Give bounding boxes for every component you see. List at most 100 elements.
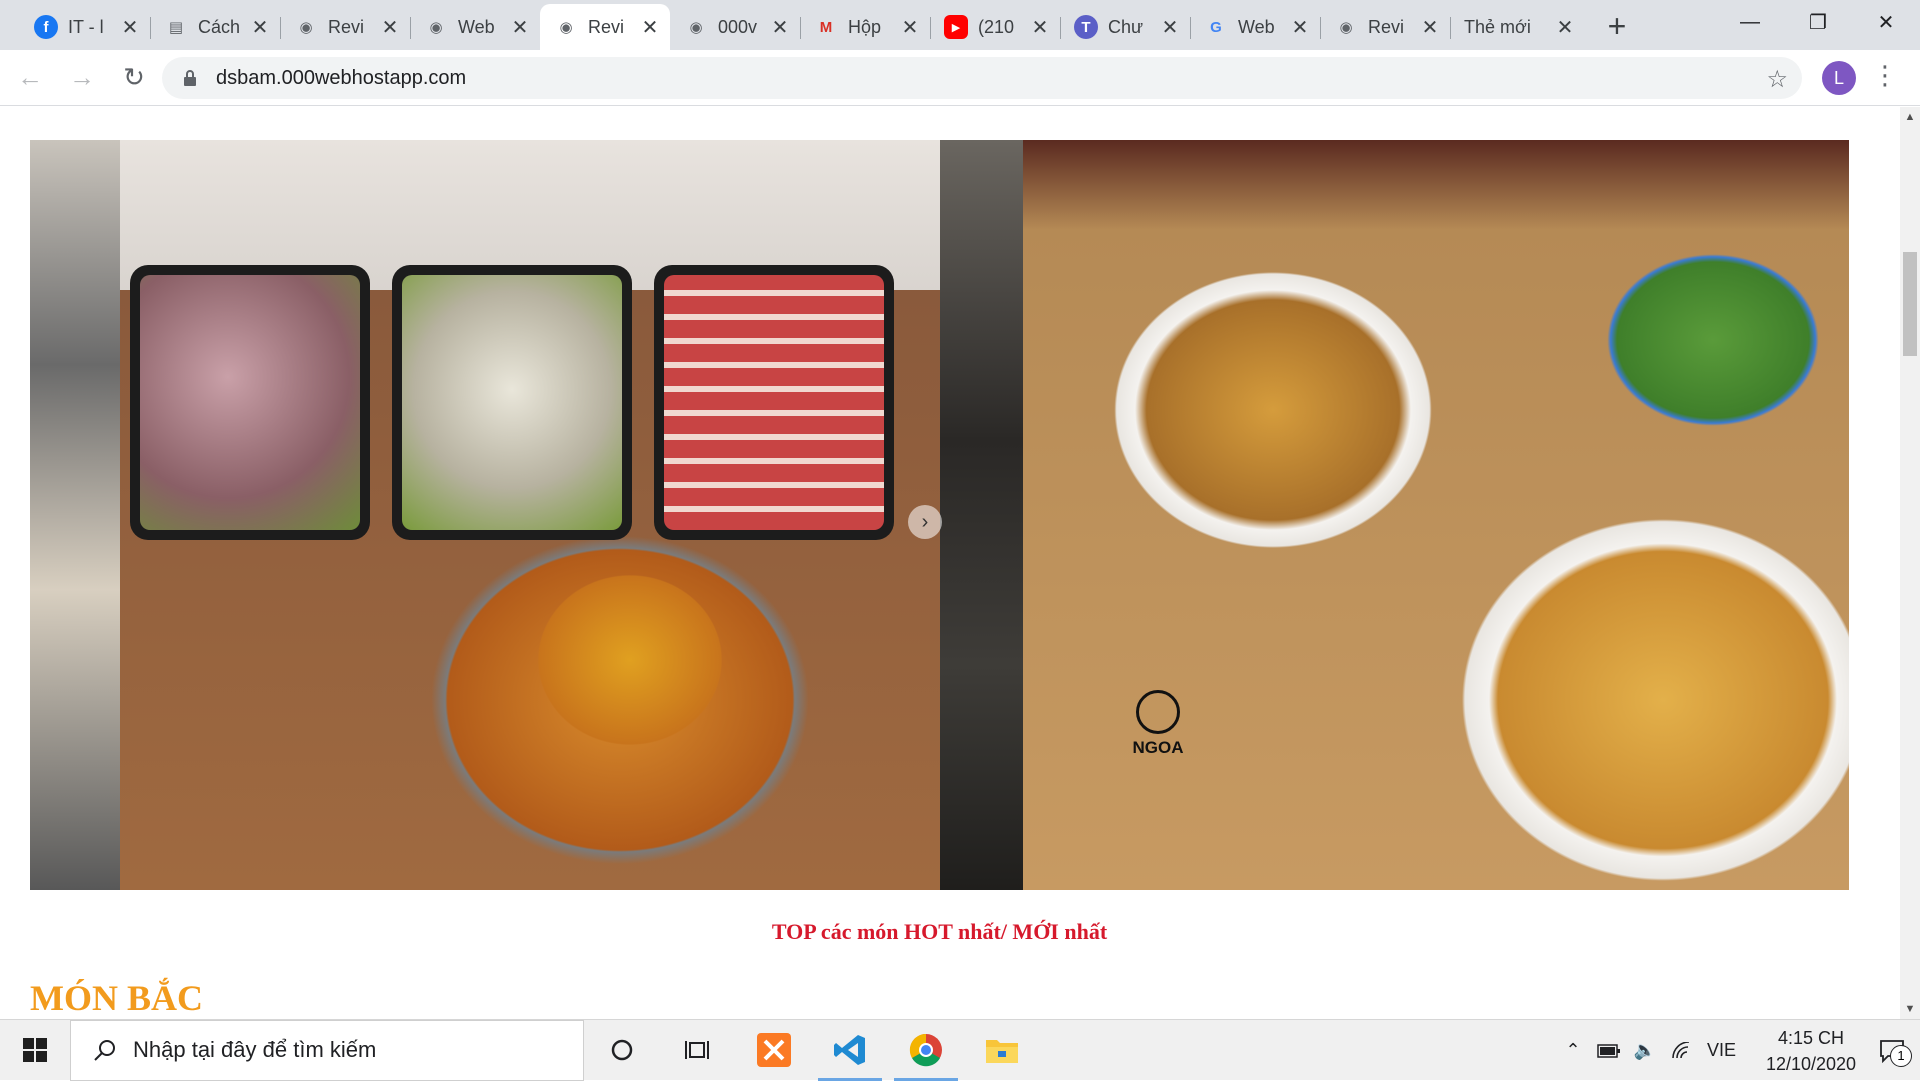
browser-tab[interactable]: T Chư ✕: [1060, 4, 1190, 50]
system-tray: ⌃ 🔈 VIE 4:15 CH 12/10/2020 1: [1555, 1020, 1920, 1081]
profile-avatar[interactable]: L: [1822, 61, 1856, 95]
windows-logo-icon: [23, 1038, 47, 1062]
tab-title: Cách: [198, 16, 241, 37]
section-title-mon-bac: MÓN BẮC: [30, 978, 203, 1018]
tab-close-icon[interactable]: ✕: [1555, 15, 1575, 40]
tab-close-icon[interactable]: ✕: [1290, 15, 1310, 40]
url-text[interactable]: dsbam.000webhostapp.com: [216, 67, 466, 90]
new-tab-button[interactable]: +: [1597, 6, 1637, 46]
document-icon: ▤: [168, 19, 184, 36]
slide-previous-partial: [30, 140, 120, 890]
google-icon: G: [1210, 18, 1222, 36]
taskbar-clock[interactable]: 4:15 CH 12/10/2020: [1758, 1025, 1864, 1077]
slide-pho-image: NGOA: [1023, 140, 1849, 890]
tab-title: (210: [978, 16, 1015, 37]
facebook-icon: f: [34, 15, 58, 39]
action-center-button[interactable]: 1: [1864, 1039, 1920, 1067]
back-button[interactable]: ←: [8, 56, 52, 100]
vscode-app-button[interactable]: [812, 1020, 888, 1081]
arrow-right-icon: →: [69, 62, 95, 92]
browser-tab[interactable]: M Hộp ✕: [800, 4, 930, 50]
browser-tab[interactable]: f IT - l ✕: [20, 4, 150, 50]
minimize-button[interactable]: —: [1716, 0, 1784, 44]
browser-tab[interactable]: ◉ 000v ✕: [670, 4, 800, 50]
globe-icon: ◉: [559, 19, 573, 36]
xampp-app-button[interactable]: [736, 1020, 812, 1081]
tab-title: Web: [458, 16, 495, 37]
tab-title: Revi: [588, 16, 625, 37]
browser-tab[interactable]: ◉ Web ✕: [410, 4, 540, 50]
browser-tab[interactable]: Thẻ mới ✕: [1450, 4, 1585, 50]
chevron-right-icon: ›: [921, 510, 929, 533]
clock-date: 12/10/2020: [1765, 1053, 1857, 1074]
page-viewport: NGOA › TOP các món HOT nhất/ MỚI nhất MÓ…: [0, 107, 1900, 1019]
arrow-left-icon: ←: [17, 62, 43, 92]
browser-tab[interactable]: ▤ Cách ✕: [150, 4, 280, 50]
windows-taskbar: Nhập tại đây để tìm kiếm ⌃ 🔈 VIE 4:15 CH…: [0, 1019, 1920, 1081]
scroll-down-arrow-icon[interactable]: ▼: [1900, 1003, 1920, 1015]
scroll-up-arrow-icon[interactable]: ▲: [1900, 111, 1920, 123]
globe-icon: ◉: [299, 19, 313, 36]
tab-close-icon[interactable]: ✕: [380, 15, 400, 40]
chrome-app-button[interactable]: [888, 1020, 964, 1081]
lock-icon: [180, 69, 200, 87]
tab-title: Web: [1238, 16, 1275, 37]
taskbar-search-box[interactable]: Nhập tại đây để tìm kiếm: [70, 1019, 584, 1081]
tab-close-icon[interactable]: ✕: [770, 15, 790, 40]
tab-close-icon[interactable]: ✕: [1030, 15, 1050, 40]
browser-tab[interactable]: G Web ✕: [1190, 4, 1320, 50]
tab-close-icon[interactable]: ✕: [510, 15, 530, 40]
folder-icon: [986, 1040, 1018, 1063]
address-bar[interactable]: dsbam.000webhostapp.com ☆: [162, 57, 1802, 99]
browser-tab[interactable]: ◉ Revi ✕: [280, 4, 410, 50]
wifi-icon[interactable]: [1663, 1041, 1699, 1060]
search-placeholder: Nhập tại đây để tìm kiếm: [133, 1037, 377, 1062]
tab-list: f IT - l ✕ ▤ Cách ✕ ◉ Revi ✕ ◉ Web ✕ ◉ Revi ✕ ◉ 000v ✕ M Hộ…: [0, 0, 1585, 50]
cortana-button[interactable]: [584, 1020, 660, 1081]
slide-hotpot-image: [120, 140, 940, 890]
browser-menu-icon[interactable]: ⋮: [1872, 60, 1898, 91]
globe-icon: ◉: [1339, 19, 1353, 36]
restore-button[interactable]: ❐: [1784, 0, 1852, 44]
browser-toolbar: ← → ↻ dsbam.000webhostapp.com ☆ L ⋮: [0, 50, 1920, 106]
tab-title: Hộp: [848, 16, 882, 37]
tab-title: Chư: [1108, 16, 1144, 37]
input-language-indicator[interactable]: VIE: [1707, 1040, 1736, 1061]
tab-close-icon[interactable]: ✕: [900, 15, 920, 40]
battery-icon[interactable]: [1591, 1043, 1627, 1058]
youtube-icon: ▶: [944, 15, 968, 39]
forward-button[interactable]: →: [60, 56, 104, 100]
close-window-button[interactable]: ✕: [1852, 0, 1920, 44]
tab-strip: f IT - l ✕ ▤ Cách ✕ ◉ Revi ✕ ◉ Web ✕ ◉ Revi ✕ ◉ 000v ✕ M Hộ…: [0, 0, 1920, 50]
tab-close-icon[interactable]: ✕: [640, 15, 660, 40]
hot-dishes-heading: TOP các món HOT nhất/ MỚI nhất: [771, 919, 1108, 944]
start-button[interactable]: [0, 1020, 70, 1081]
image-slider[interactable]: NGOA ›: [30, 140, 1849, 890]
tab-close-icon[interactable]: ✕: [120, 15, 140, 40]
tab-close-icon[interactable]: ✕: [250, 15, 270, 40]
task-view-button[interactable]: [660, 1020, 736, 1081]
bookmark-star-icon[interactable]: ☆: [1766, 65, 1788, 94]
gmail-icon: M: [819, 18, 833, 36]
tray-seafood: [130, 265, 370, 540]
volume-icon[interactable]: 🔈: [1627, 1040, 1663, 1061]
slide-gap: [940, 140, 1023, 890]
scrollbar-thumb[interactable]: [1903, 252, 1917, 356]
tab-close-icon[interactable]: ✕: [1420, 15, 1440, 40]
file-explorer-app-button[interactable]: [964, 1020, 1040, 1081]
tab-title: Revi: [1368, 16, 1405, 37]
xampp-icon: [757, 1033, 791, 1067]
teams-icon: T: [1074, 15, 1098, 39]
browser-tab[interactable]: ◉ Revi ✕: [1320, 4, 1450, 50]
tray-beef: [654, 265, 894, 540]
tab-close-icon[interactable]: ✕: [1160, 15, 1180, 40]
reload-button[interactable]: ↻: [112, 56, 156, 100]
show-hidden-icons-chevron-up-icon[interactable]: ⌃: [1555, 1040, 1591, 1061]
slider-next-button[interactable]: ›: [908, 505, 942, 539]
page-scrollbar[interactable]: ▲ ▼: [1900, 107, 1920, 1019]
browser-tab[interactable]: ▶ (210 ✕: [930, 4, 1060, 50]
task-view-icon: [685, 1041, 709, 1059]
browser-tab[interactable]: ◉ Revi ✕: [540, 4, 670, 50]
tray-clams: [392, 265, 632, 540]
tab-title: 000v: [718, 16, 758, 37]
